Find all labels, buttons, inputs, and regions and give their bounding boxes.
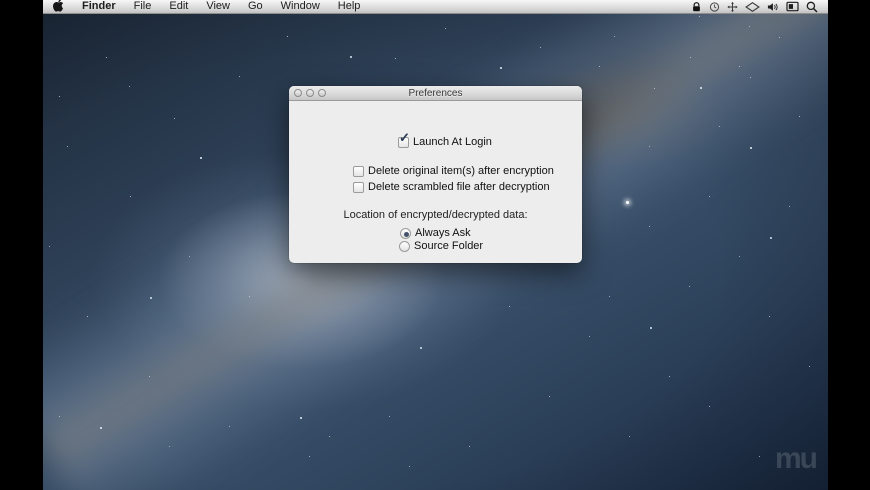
menu-bar: Finder File Edit View Go Window Help	[43, 0, 828, 14]
window-content: ✓ Launch At Login ✓ Delete original item…	[289, 102, 582, 263]
menu-item-go[interactable]: Go	[239, 0, 272, 13]
watermark: mu	[775, 442, 818, 475]
checkmark-icon: ✓	[399, 129, 410, 145]
apple-icon	[53, 0, 64, 15]
move-icon[interactable]	[727, 1, 738, 13]
screen: mu Finder File Edit View Go Window Help	[0, 0, 870, 490]
always-ask-row: Always Ask	[400, 227, 471, 239]
launch-at-login-row: ✓ Launch At Login	[398, 131, 492, 148]
menu-item-view[interactable]: View	[197, 0, 239, 13]
location-section-label: Location of encrypted/decrypted data:	[289, 209, 582, 221]
delete-scrambled-row: ✓ Delete scrambled file after decryption	[353, 181, 550, 193]
menu-item-help[interactable]: Help	[329, 0, 370, 13]
always-ask-label: Always Ask	[415, 227, 471, 239]
menu-item-file[interactable]: File	[125, 0, 161, 13]
delete-scrambled-label: Delete scrambled file after decryption	[368, 181, 550, 193]
delete-original-checkbox[interactable]: ✓	[353, 165, 364, 177]
source-folder-row: Source Folder	[399, 240, 483, 252]
status-icons	[691, 1, 820, 13]
delete-original-label: Delete original item(s) after encryption	[368, 165, 554, 177]
window-title: Preferences	[408, 87, 463, 99]
preferences-window: Preferences ✓ Launch At Login ✓ Delete o…	[289, 86, 582, 263]
diamond-icon[interactable]	[745, 1, 760, 13]
volume-icon[interactable]	[767, 1, 779, 13]
lock-icon[interactable]	[691, 1, 702, 13]
always-ask-radio[interactable]	[400, 227, 411, 239]
desktop: mu Finder File Edit View Go Window Help	[43, 0, 828, 490]
menu-item-window[interactable]: Window	[272, 0, 329, 13]
clock-icon[interactable]	[709, 1, 720, 13]
apple-menu[interactable]	[51, 0, 73, 15]
titlebar[interactable]: Preferences	[289, 86, 582, 101]
source-folder-radio[interactable]	[399, 240, 410, 252]
menu-item-finder[interactable]: Finder	[73, 0, 125, 13]
display-icon[interactable]	[786, 1, 799, 12]
launch-at-login-checkbox[interactable]: ✓	[398, 131, 410, 148]
delete-original-row: ✓ Delete original item(s) after encrypti…	[353, 165, 554, 177]
search-icon[interactable]	[806, 1, 818, 13]
launch-at-login-label: Launch At Login	[413, 136, 492, 148]
bright-star	[626, 201, 629, 204]
menu-item-edit[interactable]: Edit	[160, 0, 197, 13]
source-folder-label: Source Folder	[414, 240, 484, 252]
location-label-text: Location of encrypted/decrypted data:	[343, 209, 528, 221]
radio-dot	[404, 231, 409, 237]
delete-scrambled-checkbox[interactable]: ✓	[353, 181, 364, 193]
